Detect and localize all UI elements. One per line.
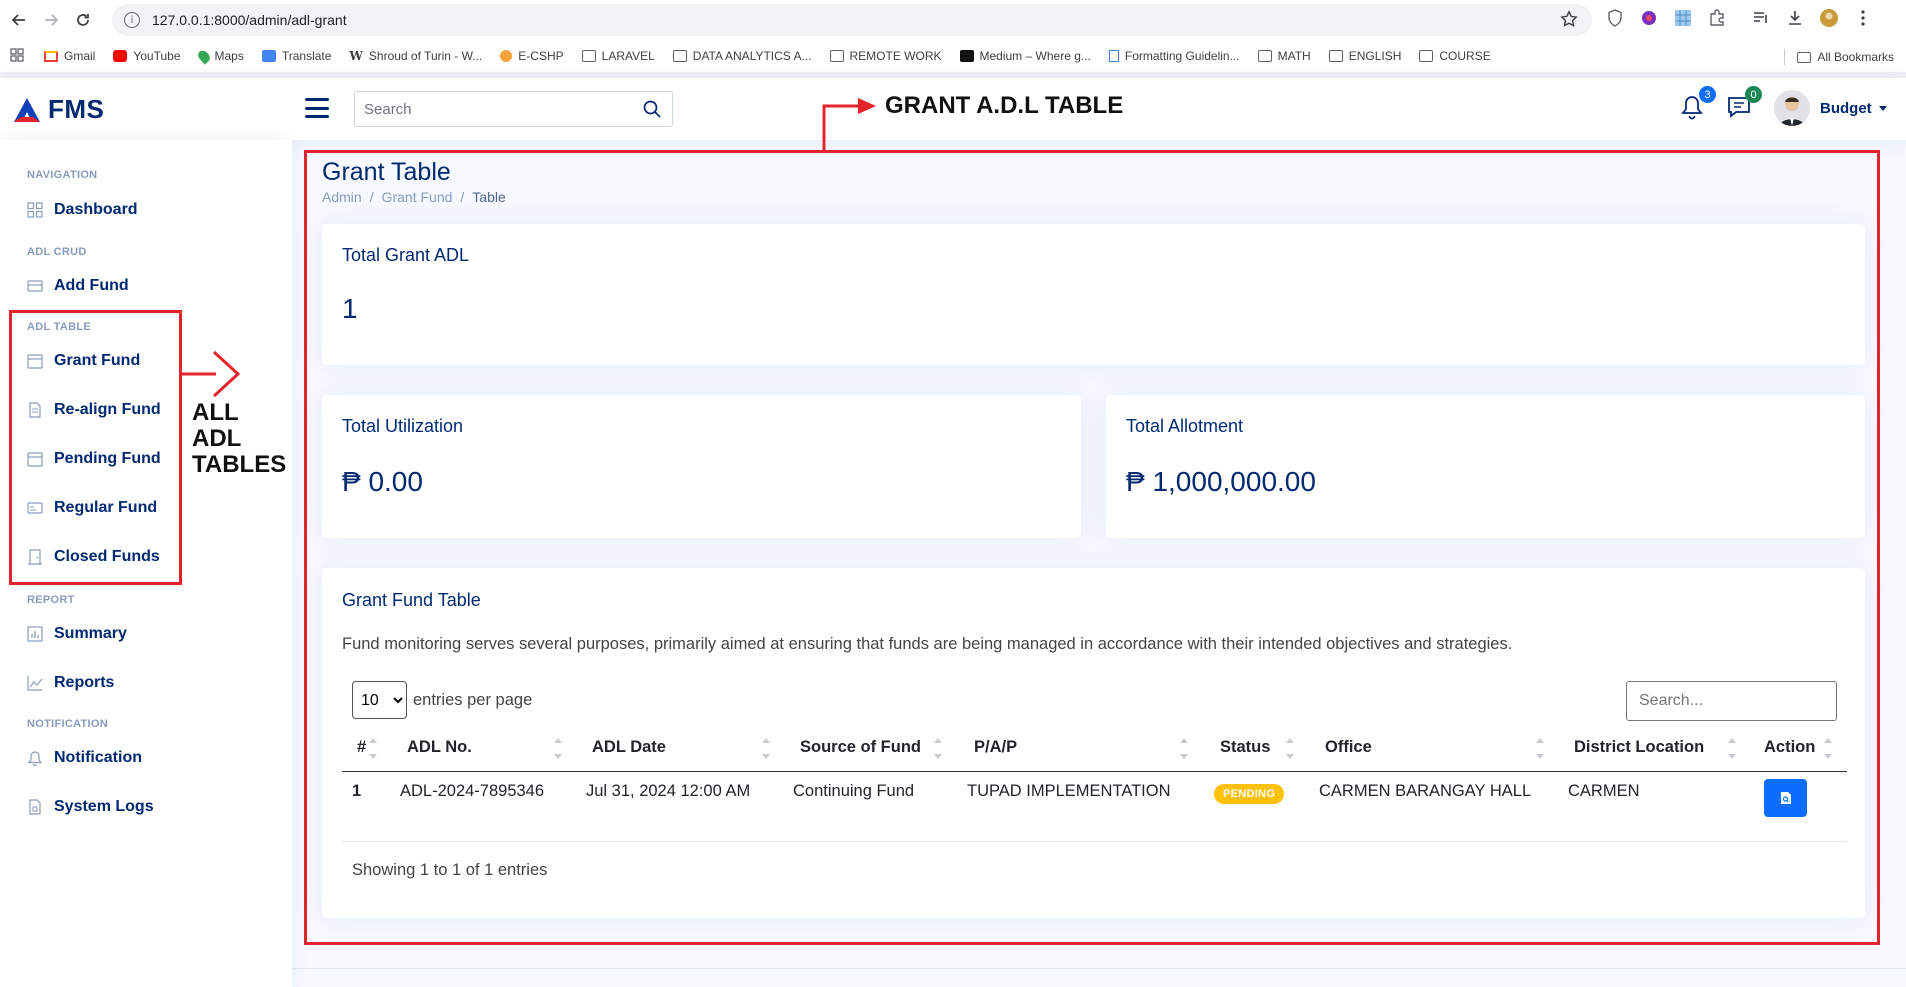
annotation-label-all-tables: ALL ADL TABLES [192,400,286,478]
annotation-arrow-head [212,350,241,398]
annotation-label-grant: GRANT A.D.L TABLE [885,92,1124,119]
annotation-arrows [182,98,876,398]
annotation-line: TABLES [192,451,287,478]
annotation-line: ADL [192,425,242,452]
annotation-arrow-head [858,98,876,114]
annotation-arrow-line [822,104,860,150]
annotation-line: ALL [192,399,239,426]
